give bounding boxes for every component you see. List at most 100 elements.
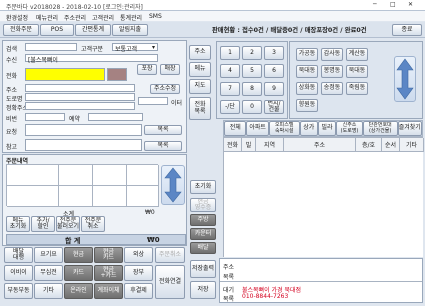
payment-button[interactable]: 후결제 xyxy=(124,283,153,299)
minimize-icon[interactable]: ─ xyxy=(373,1,377,8)
counter-button[interactable]: 카운터 xyxy=(190,228,216,240)
save-print-button[interactable]: 저장출력 xyxy=(190,260,216,278)
order-cancel-button[interactable]: 주문취소 xyxy=(155,247,185,263)
save-button[interactable]: 저장 xyxy=(190,281,216,299)
order-table[interactable] xyxy=(6,164,159,207)
numpad-key[interactable]: -/단 xyxy=(220,100,240,114)
road-label: 도로명 xyxy=(6,96,23,103)
close-app-button[interactable]: 종료 xyxy=(392,24,422,36)
numpad-key[interactable]: 5 xyxy=(242,64,262,78)
reserve-input[interactable] xyxy=(88,113,143,121)
search-input[interactable] xyxy=(25,43,77,51)
numpad-key[interactable]: 8 xyxy=(242,82,262,96)
payment-button[interactable]: 배달 대행 xyxy=(4,247,33,263)
detail-address-input[interactable] xyxy=(25,102,135,110)
region-button[interactable]: 봉명동 xyxy=(321,65,343,78)
tab-all[interactable]: 전체 xyxy=(224,121,247,136)
region-button[interactable]: 가공동 xyxy=(296,48,318,61)
tab-complex[interactable]: 단관번호대 (상가건물) xyxy=(362,121,398,136)
region-scroll-arrows[interactable] xyxy=(394,56,416,102)
numpad-key[interactable]: 2 xyxy=(242,46,262,60)
payment-button[interactable]: 이비이 xyxy=(4,265,33,281)
grade-select[interactable]: 보통고객 ▾ xyxy=(112,43,158,53)
tab-new-address[interactable]: 신주소 (도로명) xyxy=(336,121,363,136)
receive-input[interactable]: [불스목뼈이 xyxy=(25,54,158,64)
road-input[interactable] xyxy=(25,93,135,101)
pack-button[interactable]: 포장 xyxy=(137,64,157,75)
phone-list-side-button[interactable]: 전화 목록 xyxy=(189,97,211,120)
payment-button[interactable]: 기타 xyxy=(34,283,63,299)
menu-side-button[interactable]: 메뉴 xyxy=(189,62,211,77)
store-button[interactable]: 매장 xyxy=(160,64,180,75)
numpad-key[interactable]: 번지/ 건물 xyxy=(264,100,284,114)
note-list-button[interactable]: 목록 xyxy=(144,141,182,151)
numpad-key[interactable]: 7 xyxy=(220,82,240,96)
payment-button[interactable]: 현금 +카드 xyxy=(94,265,123,281)
memo-input[interactable] xyxy=(25,113,65,121)
title-bar: 주문바다 v2018028 - 2018-02-10 [로그인:관리자] ─ □… xyxy=(0,0,425,11)
tab-phone-order[interactable]: 전화주문 xyxy=(3,24,39,36)
payment-button[interactable]: 현금 xyxy=(64,247,93,263)
region-button[interactable]: 상화동 xyxy=(296,82,318,95)
request-list-button[interactable]: 목록 xyxy=(144,125,182,135)
note-input[interactable] xyxy=(25,139,142,151)
tab-alerts[interactable]: 알림지출 xyxy=(112,24,148,36)
maximize-icon[interactable]: □ xyxy=(390,1,396,8)
numpad-key[interactable]: 4 xyxy=(220,64,240,78)
address-side-button[interactable]: 주소 xyxy=(189,45,211,60)
building-table[interactable]: 전화 빌 지역 주소 층/호 순서 기타 xyxy=(223,137,424,257)
cancel-previous-order-button[interactable]: 전주문 취소 xyxy=(81,216,105,232)
payment-button[interactable]: 외상 xyxy=(124,247,153,263)
map-side-button[interactable]: 지도 xyxy=(189,79,211,94)
distance-input[interactable] xyxy=(138,97,168,105)
tab-stats[interactable]: 간편통계 xyxy=(75,24,111,36)
payment-button[interactable]: 장부 xyxy=(124,265,153,281)
menu-reset-button[interactable]: 메뉴 초기화 xyxy=(6,216,30,232)
region-button[interactable]: 향원동 xyxy=(296,99,318,112)
region-button[interactable]: 북대동 xyxy=(296,65,318,78)
payment-button[interactable]: 카드 xyxy=(64,265,93,281)
numpad-key[interactable]: 6 xyxy=(264,64,284,78)
region-button[interactable]: 계산동 xyxy=(346,48,368,61)
tab-favorites[interactable]: 즐겨찾기 xyxy=(397,121,423,136)
address-edit-button[interactable]: 주소수정 xyxy=(150,84,180,94)
numpad-key[interactable]: 1 xyxy=(220,46,240,60)
cash-receipt-button[interactable]: 현금 영수증 xyxy=(190,198,216,212)
region-button[interactable]: 송정동 xyxy=(321,82,343,95)
add-discount-button[interactable]: 추가/ 할인 xyxy=(31,216,55,232)
menu-item[interactable]: 환경설정 xyxy=(6,13,28,22)
region-button[interactable]: 북대동 xyxy=(346,65,368,78)
numpad-key[interactable]: 3 xyxy=(264,46,284,60)
menu-item[interactable]: 메뉴관리 xyxy=(36,13,58,22)
tab-shop[interactable]: 상가 xyxy=(299,121,318,136)
tab-apartment[interactable]: 아파트 xyxy=(246,121,269,136)
load-previous-order-button[interactable]: 전주문 불러오기 xyxy=(56,216,80,232)
phone-connect-button[interactable]: 전화연결 xyxy=(155,265,185,299)
payment-button[interactable]: 온라인 xyxy=(64,283,93,299)
payment-button[interactable]: 현금 카드 xyxy=(94,247,123,263)
region-button[interactable]: 감사동 xyxy=(321,48,343,61)
payment-button[interactable]: 무십전 xyxy=(34,265,63,281)
kitchen-button[interactable]: 주방 xyxy=(190,214,216,226)
menu-item[interactable]: 주소관리 xyxy=(64,13,86,22)
region-button[interactable]: 죽림동 xyxy=(346,82,368,95)
menu-item[interactable]: 고객관리 xyxy=(92,13,114,22)
payment-button[interactable]: 요기요 xyxy=(34,247,63,263)
request-input[interactable] xyxy=(25,124,142,136)
close-icon[interactable]: ✕ xyxy=(408,1,413,8)
address-input[interactable] xyxy=(25,84,135,92)
payment-button[interactable]: 부동부동 xyxy=(4,283,33,299)
delivery-button[interactable]: 배달 xyxy=(190,242,216,254)
tab-pos[interactable]: POS xyxy=(40,24,74,36)
numpad-key[interactable]: 9 xyxy=(264,82,284,96)
menu-item[interactable]: SMS xyxy=(149,13,162,20)
tab-villa[interactable]: 빌라 xyxy=(317,121,337,136)
numpad-key[interactable]: 0 xyxy=(242,100,262,114)
menu-item[interactable]: 통계관리 xyxy=(120,13,142,22)
tab-officetel[interactable]: 오피스텔 숙박시설 xyxy=(268,121,300,136)
chevron-down-icon: ▾ xyxy=(152,44,156,51)
order-scroll-arrows[interactable] xyxy=(161,165,185,205)
phone-input[interactable] xyxy=(25,68,105,81)
reset-button[interactable]: 초기화 xyxy=(190,180,216,194)
payment-button[interactable]: 계좌이체 xyxy=(94,283,123,299)
